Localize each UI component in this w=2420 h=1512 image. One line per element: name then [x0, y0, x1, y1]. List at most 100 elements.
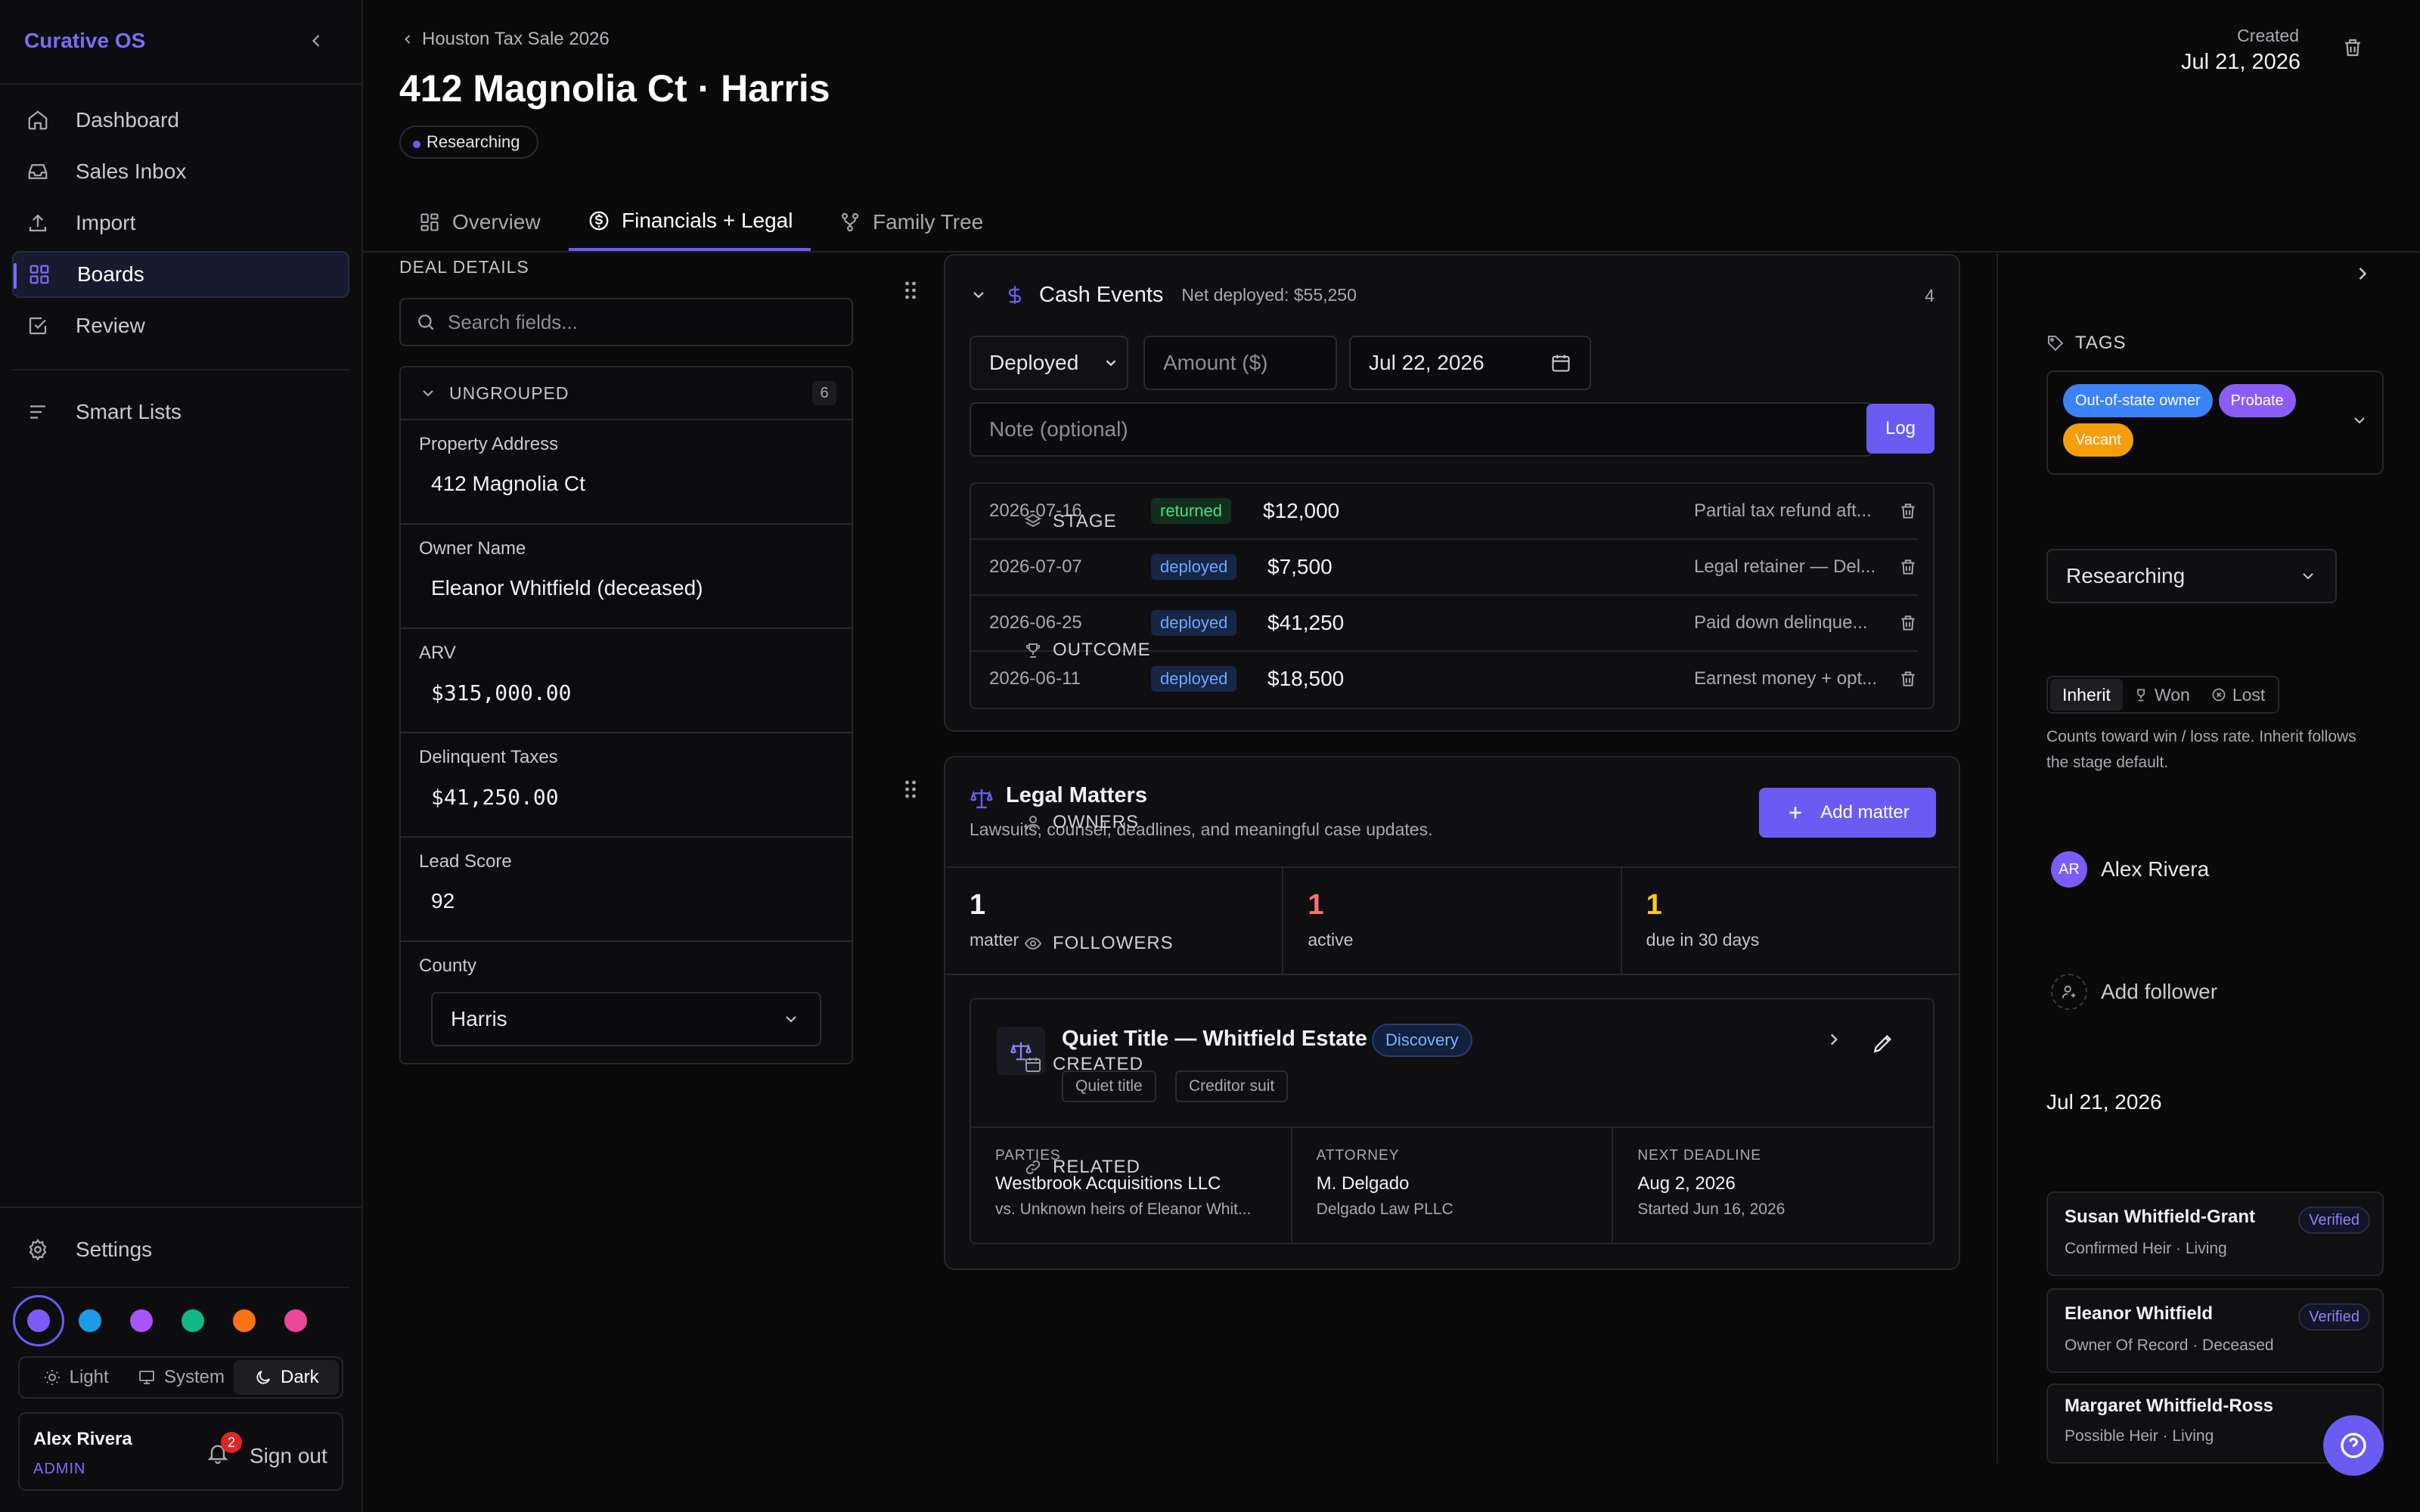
event-note: Earnest money + opt... — [1694, 668, 1878, 689]
event-type-select[interactable]: Deployed — [970, 336, 1128, 390]
amount-input[interactable]: Amount ($) — [1143, 336, 1337, 390]
note-input[interactable]: Note (optional) — [970, 402, 1872, 457]
field-lead-score[interactable]: Lead Score 92 — [401, 836, 852, 940]
theme-system-button[interactable]: System — [128, 1360, 233, 1395]
deadline-sub: Started Jun 16, 2026 — [1637, 1201, 1786, 1218]
sidebar-item-boards[interactable]: Boards — [12, 251, 349, 298]
sidebar-item-review[interactable]: Review — [12, 302, 349, 349]
field-label: ARV — [419, 643, 456, 663]
trash-icon[interactable] — [1898, 557, 1918, 577]
outcome-won-button[interactable]: Won — [2123, 679, 2201, 711]
legal-matters-card: Legal Matters Lawsuits, counsel, deadlin… — [944, 756, 1960, 1270]
group-header[interactable]: UNGROUPED 6 — [401, 367, 852, 419]
county-value: Harris — [451, 1007, 507, 1030]
edit-pencil-icon[interactable] — [1871, 1031, 1895, 1055]
tag-probate[interactable]: Probate — [2218, 384, 2296, 417]
stat-value: 1 — [1308, 889, 1324, 921]
matter-card[interactable]: Quiet Title — Whitfield Estate Discovery… — [970, 998, 1934, 1244]
tab-family-tree[interactable]: Family Tree — [820, 194, 1001, 251]
avatar: AR — [2051, 851, 2087, 888]
add-follower-button[interactable]: Add follower — [2051, 974, 2217, 1010]
chevron-down-icon[interactable] — [2350, 411, 2369, 429]
tag-vacant[interactable]: Vacant — [2063, 423, 2133, 457]
outcome-lost-button[interactable]: Lost — [2201, 679, 2276, 711]
amount-placeholder: Amount ($) — [1163, 351, 1268, 374]
related-item[interactable]: Susan Whitfield-Grant Confirmed Heir · L… — [2046, 1191, 2384, 1276]
owners-label: OWNERS — [1053, 812, 1139, 832]
theme-light-button[interactable]: Light — [23, 1360, 128, 1395]
matter-title: Quiet Title — Whitfield Estate — [1062, 1027, 1367, 1051]
link-icon — [1024, 1158, 1042, 1176]
eye-icon — [1024, 934, 1042, 953]
sidebar-item-sales-inbox[interactable]: Sales Inbox — [12, 148, 349, 195]
chevron-right-icon[interactable] — [2352, 263, 2373, 284]
stat-value: 1 — [970, 889, 986, 921]
event-date-input[interactable]: Jul 22, 2026 — [1349, 336, 1591, 390]
sidebar-item-smart-lists[interactable]: Smart Lists — [12, 389, 349, 435]
swatch-purple[interactable] — [130, 1309, 153, 1332]
help-button[interactable] — [2323, 1415, 2384, 1476]
field-delinquent-taxes[interactable]: Delinquent Taxes $41,250.00 — [401, 732, 852, 836]
add-follower-label: Add follower — [2101, 980, 2218, 1003]
right-panel-divider — [1996, 254, 1998, 1464]
search-fields-input[interactable]: Search fields... — [399, 298, 853, 346]
drag-handle-icon[interactable] — [900, 277, 921, 304]
deal-fields-card: UNGROUPED 6 Property Address 412 Magnoli… — [399, 366, 853, 1064]
cash-events-title: Cash Events — [1039, 282, 1164, 307]
table-row[interactable]: 2026-07-07 deployed $7,500 Legal retaine… — [971, 538, 1918, 594]
swatch-orange[interactable] — [233, 1309, 256, 1332]
chevron-down-icon — [2299, 567, 2317, 585]
chevron-right-icon[interactable] — [1824, 1030, 1844, 1049]
breadcrumb[interactable]: Houston Tax Sale 2026 — [399, 29, 610, 50]
field-value: 412 Magnolia Ct — [431, 472, 585, 495]
field-property-address[interactable]: Property Address 412 Magnolia Ct — [401, 419, 852, 523]
trash-icon[interactable] — [1898, 669, 1918, 689]
swatch-violet[interactable] — [13, 1295, 64, 1346]
outcome-won-label: Won — [2154, 684, 2190, 705]
tags-box[interactable]: Out-of-state owner Probate Vacant — [2046, 370, 2384, 475]
stat-label: matter — [970, 930, 1019, 950]
related-sub: Possible Heir · Living — [2065, 1427, 2214, 1445]
log-button[interactable]: Log — [1866, 404, 1934, 454]
stage-select[interactable]: Researching — [2046, 549, 2337, 603]
related-name: Margaret Whitfield-Ross — [2065, 1396, 2274, 1416]
notifications-button[interactable]: 2 — [206, 1432, 242, 1471]
tab-financials-legal[interactable]: Financials + Legal — [569, 194, 811, 251]
stat-label: due in 30 days — [1646, 930, 1760, 950]
field-owner-name[interactable]: Owner Name Eleanor Whitfield (deceased) — [401, 523, 852, 627]
drag-handle-icon[interactable] — [900, 776, 921, 803]
cash-events-header[interactable]: Cash Events Net deployed: $55,250 — [970, 280, 1357, 310]
related-item[interactable]: Eleanor Whitfield Owner Of Record · Dece… — [2046, 1288, 2384, 1373]
stage-label: STAGE — [1053, 511, 1117, 531]
attorney-label: ATTORNEY — [1316, 1148, 1400, 1163]
collapse-sidebar-icon[interactable] — [304, 29, 328, 53]
add-matter-button[interactable]: Add matter — [1759, 788, 1936, 838]
moon-icon — [253, 1368, 273, 1387]
outcome-inherit-button[interactable]: Inherit — [2050, 679, 2123, 711]
trash-icon[interactable] — [1898, 501, 1918, 521]
swatch-pink[interactable] — [284, 1309, 307, 1332]
field-county: County Harris — [401, 940, 852, 1064]
settings-button[interactable]: Settings — [12, 1226, 349, 1273]
county-select[interactable]: Harris — [431, 992, 821, 1046]
field-label: Property Address — [419, 434, 559, 454]
tab-overview[interactable]: Overview — [399, 194, 559, 251]
note-placeholder: Note (optional) — [989, 417, 1128, 441]
sign-out-button[interactable]: Sign out — [250, 1444, 327, 1468]
owner-item[interactable]: AR Alex Rivera — [2051, 851, 2209, 888]
field-arv[interactable]: ARV $315,000.00 — [401, 627, 852, 732]
layout-icon — [417, 210, 442, 234]
swatch-blue[interactable] — [79, 1309, 101, 1332]
tag-out-of-state-owner[interactable]: Out-of-state owner — [2063, 384, 2213, 417]
outcome-toggle: Inherit Won Lost — [2046, 676, 2280, 714]
sidebar-item-dashboard[interactable]: Dashboard — [12, 97, 349, 144]
event-note: Legal retainer — Del... — [1694, 556, 1876, 577]
trash-icon[interactable] — [1898, 613, 1918, 633]
tags-label: TAGS — [2075, 333, 2127, 353]
delete-deal-button[interactable] — [2341, 36, 2364, 59]
brand-logo: Curative OS — [24, 29, 146, 52]
swatch-green[interactable] — [182, 1309, 204, 1332]
sidebar-item-import[interactable]: Import — [12, 200, 349, 246]
event-note: Partial tax refund aft... — [1694, 500, 1872, 521]
theme-dark-button[interactable]: Dark — [233, 1360, 339, 1395]
